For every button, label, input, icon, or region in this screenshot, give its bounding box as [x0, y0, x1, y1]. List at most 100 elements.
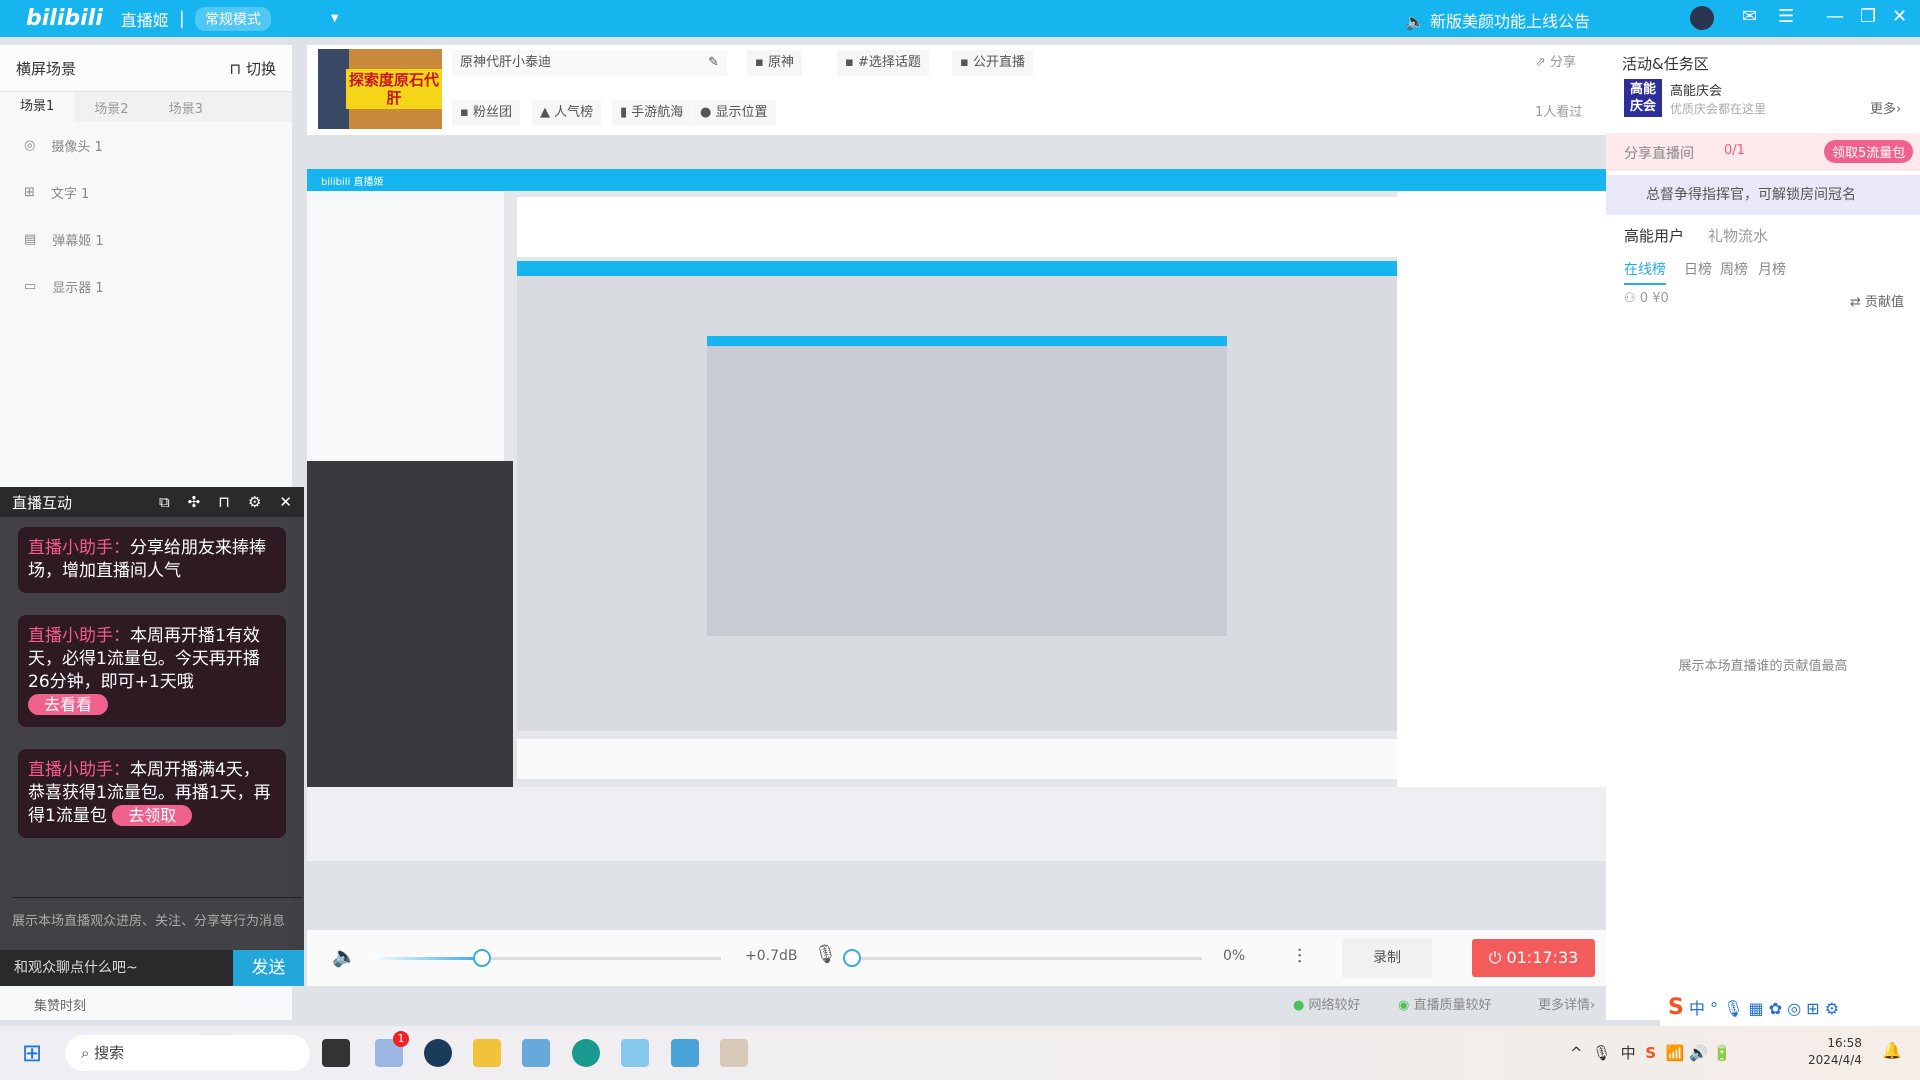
- bilibili-live-icon[interactable]: [621, 1039, 649, 1067]
- chat-input[interactable]: 和观众聊点什么吧~: [0, 950, 233, 986]
- power-icon: ⏻: [1488, 948, 1502, 967]
- time: 16:58: [1827, 1036, 1862, 1050]
- tab-scene-2[interactable]: 场景2: [74, 98, 148, 117]
- quality-label: 直播质量较好: [1413, 998, 1492, 1013]
- windows-start-icon[interactable]: ⊞: [22, 1039, 42, 1067]
- fans-club-button[interactable]: ▪ 粉丝团: [452, 100, 520, 126]
- file-explorer-icon[interactable]: [473, 1039, 501, 1067]
- steam-icon[interactable]: [424, 1039, 452, 1067]
- record-button[interactable]: 录制: [1342, 938, 1432, 978]
- message-sender: 直播小助手：: [28, 626, 130, 646]
- commander-banner[interactable]: 总督争得指挥官，可解锁房间冠名: [1606, 175, 1920, 215]
- mixer-icon[interactable]: ⫶: [1297, 944, 1302, 968]
- live-timer: 01:17:33: [1506, 948, 1579, 967]
- more-details-link[interactable]: 更多详情›: [1538, 994, 1595, 1013]
- room-info-card: 探索度原石代肝 原神代肝小泰迪 ✎ ▪ 原神 ▪ #选择话题 ▪ 公开直播 ⇗ 分…: [307, 45, 1606, 135]
- avatar[interactable]: [1690, 6, 1714, 30]
- clock[interactable]: 16:58 2024/4/4: [1808, 1035, 1862, 1069]
- game-icon[interactable]: [720, 1039, 748, 1067]
- chevron-down-icon[interactable]: ▼: [331, 13, 339, 24]
- stop-live-button[interactable]: ⏻ 01:17:33: [1472, 939, 1595, 977]
- notepad-icon[interactable]: [671, 1039, 699, 1067]
- room-cover[interactable]: 探索度原石代肝: [318, 49, 442, 129]
- mode-selector[interactable]: 常规模式: [194, 6, 271, 31]
- camera-icon: ◎: [24, 138, 36, 153]
- restore-icon[interactable]: ❐: [1860, 6, 1876, 27]
- banner-badge[interactable]: 高能庆会: [1624, 79, 1662, 117]
- category-button[interactable]: ▪ 原神: [747, 50, 802, 76]
- mail-icon[interactable]: ✉: [1742, 6, 1757, 27]
- signal-icon: ●: [1293, 998, 1305, 1013]
- share-button[interactable]: ⇗ 分享: [1527, 50, 1584, 76]
- minimize-icon[interactable]: —: [1826, 6, 1844, 27]
- collect-likes-label[interactable]: 集赞时刻: [34, 995, 86, 1014]
- notification-bell-icon[interactable]: 🔔: [1882, 1041, 1902, 1060]
- source-item-monitor[interactable]: ▭ 显示器 1: [0, 263, 292, 310]
- room-title: 原神代肝小泰迪: [460, 55, 552, 70]
- more-link[interactable]: 更多›: [1870, 98, 1901, 117]
- tab-high-energy-users[interactable]: 高能用户: [1624, 225, 1684, 246]
- claim-reward-button[interactable]: 去领取: [112, 805, 193, 826]
- edge-icon[interactable]: [572, 1039, 600, 1067]
- gear-icon[interactable]: ⚙: [248, 493, 261, 511]
- microphone-icon[interactable]: 🎙: [814, 944, 837, 965]
- preview-right-panel: [1397, 191, 1606, 861]
- source-item-camera[interactable]: ◎ 摄像头 1: [0, 122, 292, 169]
- preview-controls: [517, 739, 1397, 779]
- danmaku-icon: ▤: [24, 232, 37, 247]
- network-label: 网络较好: [1308, 998, 1361, 1013]
- go-see-button[interactable]: 去看看: [28, 694, 109, 715]
- public-live-button[interactable]: ▪ 公开直播: [952, 50, 1033, 76]
- tab-daily-rank[interactable]: 日榜: [1684, 259, 1712, 279]
- speaker-icon[interactable]: 🔈: [332, 944, 357, 968]
- task-view-icon[interactable]: [322, 1039, 350, 1067]
- live-interact-panel: 直播互动 ⧉ ✣ ⊓ ⚙ ✕ 直播小助手：分享给朋友来捧捧场，增加直播间人气 直播小助手…: [0, 487, 304, 986]
- claim-button[interactable]: 领取5流量包: [1824, 140, 1914, 163]
- details-label: 更多详情: [1538, 998, 1591, 1013]
- tab-scene-3[interactable]: 场景3: [149, 98, 223, 117]
- monitor-icon: ▭: [24, 279, 37, 294]
- menu-icon[interactable]: ☰: [1778, 6, 1794, 27]
- layout-icon[interactable]: ⧉: [159, 493, 170, 511]
- source-item-text[interactable]: ⊞ 文字 1: [0, 169, 292, 216]
- tab-gift-flow[interactable]: 礼物流水: [1708, 225, 1768, 246]
- tab-weekly-rank[interactable]: 周榜: [1720, 259, 1748, 279]
- live-preview[interactable]: bilibili 直播姬: [307, 169, 1606, 861]
- mic-slider[interactable]: [852, 957, 1202, 960]
- popular-rank-button[interactable]: ▲ 人气榜: [532, 100, 602, 126]
- announcement-link[interactable]: 🔈 新版美颜功能上线公告: [1405, 8, 1590, 32]
- popular-label: 人气榜: [554, 105, 594, 120]
- topic-button[interactable]: ▪ #选择话题: [837, 50, 929, 76]
- preview-info-card: [517, 197, 1397, 257]
- switch-label: 切换: [245, 59, 276, 78]
- volume-knob[interactable]: [472, 949, 491, 967]
- preview-mini-titlebar: bilibili 直播姬: [307, 169, 1606, 191]
- puzzle-icon[interactable]: ✣: [188, 493, 201, 511]
- ime-toolbar[interactable]: S 中 ° 🎙 ▦ ✿ ◎ ⊞ ⚙: [1660, 990, 1920, 1026]
- quality-status: ◉ 直播质量较好: [1398, 994, 1492, 1013]
- voyage-button[interactable]: ▮ 手游航海: [612, 100, 692, 126]
- source-item-danmaku[interactable]: ▤ 弹幕姬 1: [0, 216, 292, 263]
- bilibili-logo: bilibili: [26, 6, 103, 31]
- switch-button[interactable]: ⊓ 切换: [230, 58, 277, 79]
- speaker-icon: 🔈: [1405, 12, 1425, 31]
- mic-knob[interactable]: [843, 949, 861, 967]
- preview-nested-frame-inner: [707, 336, 1227, 636]
- room-title-input[interactable]: 原神代肝小泰迪 ✎: [452, 50, 727, 76]
- right-panel: 活动&任务区 高能庆会 高能庆会 优质庆会都在这里 更多› 分享直播间 0/1 …: [1606, 45, 1920, 1020]
- close-icon[interactable]: ✕: [279, 493, 292, 511]
- send-button[interactable]: 发送: [233, 950, 304, 986]
- volume-slider[interactable]: [369, 957, 721, 960]
- photos-icon[interactable]: [522, 1039, 550, 1067]
- system-tray[interactable]: ^ 🎙 中 S 📶 🔊 🔋: [1570, 1042, 1731, 1063]
- location-button[interactable]: ● 显示位置: [692, 100, 776, 126]
- tab-online-rank[interactable]: 在线榜: [1624, 259, 1666, 285]
- source-label: 摄像头 1: [51, 140, 103, 155]
- close-icon[interactable]: ✕: [1892, 6, 1907, 27]
- taskbar-search[interactable]: ⌕ 搜索: [65, 1035, 310, 1071]
- app-icon[interactable]: 1: [375, 1031, 409, 1067]
- lock-icon[interactable]: ⊓: [218, 493, 230, 511]
- tab-scene-1[interactable]: 场景1: [0, 92, 75, 122]
- tab-monthly-rank[interactable]: 月榜: [1758, 259, 1786, 279]
- contribution-sort[interactable]: ⇄ 贡献值: [1850, 291, 1904, 310]
